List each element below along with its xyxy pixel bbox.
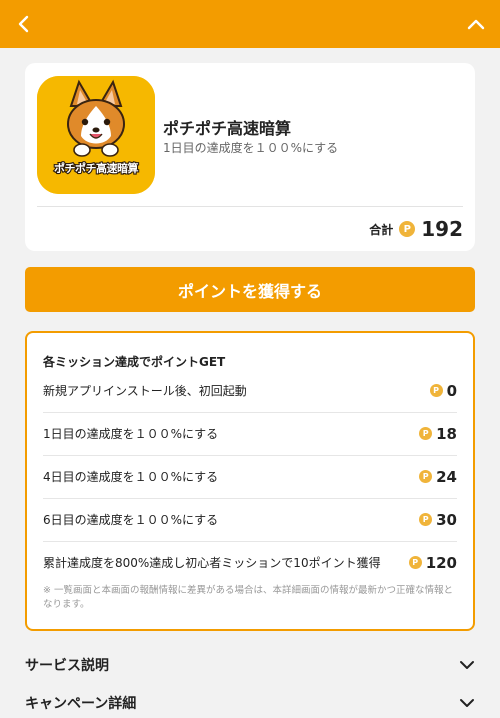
mission-row: 累計達成度を800%達成し初心者ミッションで10ポイント獲得 P 120 [43, 541, 457, 584]
mission-point-value: 30 [436, 510, 457, 529]
mission-point-value: 24 [436, 467, 457, 486]
collapse-button[interactable] [464, 12, 488, 36]
mission-label: 新規アプリインストール後、初回起動 [43, 384, 247, 398]
top-bar [0, 0, 500, 48]
get-points-button[interactable]: ポイントを獲得する [25, 267, 475, 312]
mission-point-value: 0 [446, 381, 457, 400]
mission-label: 累計達成度を800%達成し初心者ミッションで10ポイント獲得 [43, 556, 381, 570]
campaign-details-toggle[interactable]: キャンペーン詳細 [25, 688, 475, 718]
mission-label: 1日目の達成度を１００%にする [43, 427, 219, 441]
mission-row: 新規アプリインストール後、初回起動 P 0 [43, 369, 457, 413]
mission-point-value: 18 [436, 424, 457, 443]
total-points: 192 [421, 217, 463, 241]
point-coin-icon: P [419, 470, 433, 483]
mission-row: 6日目の達成度を１００%にする P 30 [43, 498, 457, 542]
divider [37, 206, 463, 207]
total-row: 合計 P 192 [369, 217, 463, 241]
app-subtitle: 1日目の達成度を１００%にする [163, 141, 339, 155]
chevron-down-icon [460, 661, 474, 669]
app-icon[interactable]: ポチポチ高速暗算 [37, 76, 155, 194]
chevron-up-icon [467, 19, 485, 30]
total-label: 合計 [369, 222, 394, 237]
chevron-left-icon [18, 15, 29, 33]
corgi-logo-icon [37, 76, 155, 194]
accordion-label: キャンペーン詳細 [25, 696, 137, 712]
point-coin-icon: P [408, 556, 422, 569]
service-description-toggle[interactable]: サービス説明 [25, 650, 475, 680]
point-coin-icon: P [419, 513, 433, 526]
mission-disclaimer: ※ 一覧画面と本画面の報酬情報に差異がある場合は、本詳細画面の情報が最新かつ正確… [43, 585, 453, 610]
point-coin-icon: P [419, 427, 433, 440]
mission-points: P 120 [408, 553, 457, 572]
mission-label: 4日目の達成度を１００%にする [43, 470, 219, 484]
mission-points: P 30 [419, 511, 457, 529]
mission-list: 各ミッション達成でポイントGET 新規アプリインストール後、初回起動 P 0 1… [25, 331, 475, 631]
mission-points: P 18 [419, 425, 457, 443]
accordion-label: サービス説明 [25, 658, 109, 674]
mission-row: 1日目の達成度を１００%にする P 18 [43, 412, 457, 456]
mission-points: P 24 [419, 468, 457, 486]
point-coin-icon: P [429, 384, 443, 397]
app-icon-caption: ポチポチ高速暗算 [53, 161, 140, 176]
mission-points: P 0 [429, 381, 457, 400]
mission-row: 4日目の達成度を１００%にする P 24 [43, 455, 457, 499]
app-title: ポチポチ高速暗算 [163, 119, 292, 138]
point-coin-icon: P [399, 221, 416, 237]
mission-point-value: 120 [425, 553, 457, 572]
mission-label: 6日目の達成度を１００%にする [43, 513, 219, 527]
back-button[interactable] [12, 12, 36, 36]
mission-heading: 各ミッション達成でポイントGET [43, 355, 226, 369]
app-card: ポチポチ高速暗算 ポチポチ高速暗算 1日目の達成度を１００%にする 合計 P 1… [25, 63, 475, 251]
